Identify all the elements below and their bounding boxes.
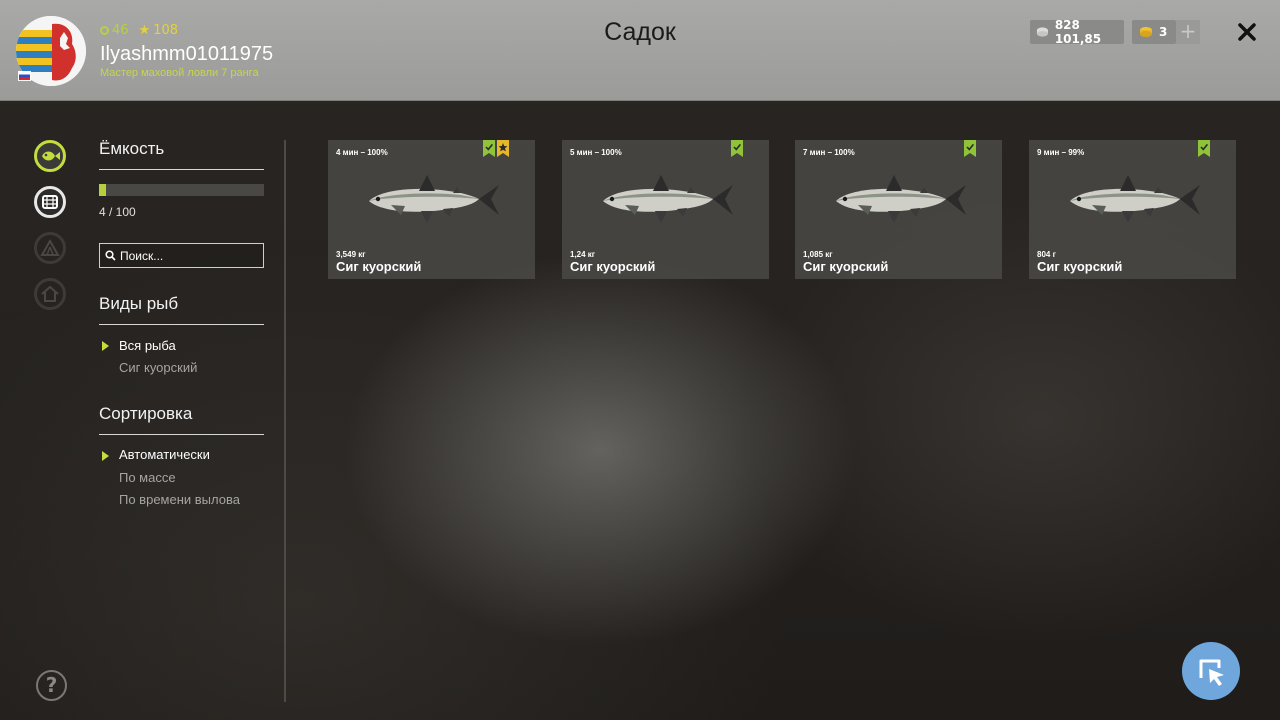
species-title: Виды рыб bbox=[99, 294, 179, 313]
fish-image bbox=[603, 175, 733, 223]
fish-card[interactable]: 7 мин – 100% 1,085 кг Сиг куорский bbox=[795, 140, 1002, 279]
catch-time: 4 мин – 100% bbox=[336, 148, 388, 157]
top-bar: 46 ★ 108 Ilyashmm01011975 Мастер маховой… bbox=[0, 0, 1280, 101]
divider bbox=[99, 324, 264, 325]
catch-time: 7 мин – 100% bbox=[803, 148, 855, 157]
camp-tab[interactable] bbox=[34, 232, 66, 264]
search-box[interactable] bbox=[99, 243, 264, 268]
player-rank: Мастер маховой ловли 7 ранга bbox=[100, 67, 259, 79]
sort-option-mass[interactable]: По массе bbox=[119, 470, 176, 485]
home-icon bbox=[41, 285, 59, 302]
divider bbox=[99, 169, 264, 170]
divider bbox=[99, 434, 264, 435]
search-icon bbox=[105, 250, 116, 261]
fish-weight: 1,24 кг bbox=[570, 250, 596, 259]
sort-option-auto[interactable]: Автоматически bbox=[119, 447, 210, 462]
fish-weight: 1,085 кг bbox=[803, 250, 833, 259]
search-input[interactable] bbox=[120, 248, 260, 263]
country-flag-icon bbox=[18, 71, 31, 81]
capacity-text: 4 / 100 bbox=[99, 205, 136, 219]
fish-image bbox=[369, 175, 499, 223]
fish-name: Сиг куорский bbox=[336, 259, 422, 274]
catch-time: 5 мин – 100% bbox=[570, 148, 622, 157]
check-badge-icon bbox=[483, 140, 495, 157]
fish-card[interactable]: 5 мин – 100% 1,24 кг Сиг куорский bbox=[562, 140, 769, 279]
silver-balance: 828 101,85 bbox=[1030, 18, 1124, 46]
check-badge-icon bbox=[1198, 140, 1210, 157]
species-option-all[interactable]: Вся рыба bbox=[119, 338, 176, 353]
cursor-mode-button[interactable] bbox=[1182, 642, 1240, 700]
selected-arrow-icon bbox=[102, 341, 109, 351]
cursor-icon bbox=[1199, 659, 1224, 686]
gold-amount: 3 bbox=[1159, 25, 1168, 39]
check-badge-icon bbox=[731, 140, 743, 157]
check-badge-icon bbox=[964, 140, 976, 157]
gold-coin-icon bbox=[1140, 27, 1152, 37]
fish-card[interactable]: 4 мин – 100% 3,549 кг Сиг куорский bbox=[328, 140, 535, 279]
tent-icon bbox=[40, 238, 60, 256]
help-button[interactable]: ? bbox=[36, 670, 67, 701]
fish-name: Сиг куорский bbox=[1037, 259, 1123, 274]
sort-option-time[interactable]: По времени вылова bbox=[119, 492, 240, 507]
fish-icon bbox=[42, 151, 60, 161]
species-option-sig[interactable]: Сиг куорский bbox=[119, 360, 197, 375]
fish-tab[interactable] bbox=[34, 140, 66, 172]
trophy-badge-icon bbox=[497, 140, 509, 157]
catch-time: 9 мин – 99% bbox=[1037, 148, 1085, 157]
fish-image bbox=[836, 175, 966, 223]
keepnet-tab[interactable] bbox=[34, 186, 66, 218]
sort-title: Сортировка bbox=[99, 404, 193, 423]
add-currency-button[interactable]: + bbox=[1176, 20, 1200, 44]
fish-card[interactable]: 9 мин – 99% 804 г Сиг куорский bbox=[1029, 140, 1236, 279]
capacity-title: Ёмкость bbox=[99, 139, 165, 158]
fish-name: Сиг куорский bbox=[803, 259, 889, 274]
fish-name: Сиг куорский bbox=[570, 259, 656, 274]
home-tab[interactable] bbox=[34, 278, 66, 310]
close-icon bbox=[1238, 23, 1256, 41]
panel-divider bbox=[284, 140, 286, 702]
silver-amount: 828 101,85 bbox=[1054, 18, 1102, 46]
selected-arrow-icon bbox=[102, 451, 109, 461]
capacity-bar bbox=[99, 184, 264, 196]
fish-weight: 3,549 кг bbox=[336, 250, 366, 259]
capacity-bar-fill bbox=[99, 184, 106, 196]
silver-coin-icon bbox=[1036, 27, 1048, 37]
fish-weight: 804 г bbox=[1037, 250, 1056, 259]
keepnet-icon bbox=[42, 195, 58, 209]
close-button[interactable] bbox=[1232, 17, 1262, 47]
fish-image bbox=[1070, 175, 1200, 223]
gold-balance: 3 bbox=[1132, 20, 1176, 44]
